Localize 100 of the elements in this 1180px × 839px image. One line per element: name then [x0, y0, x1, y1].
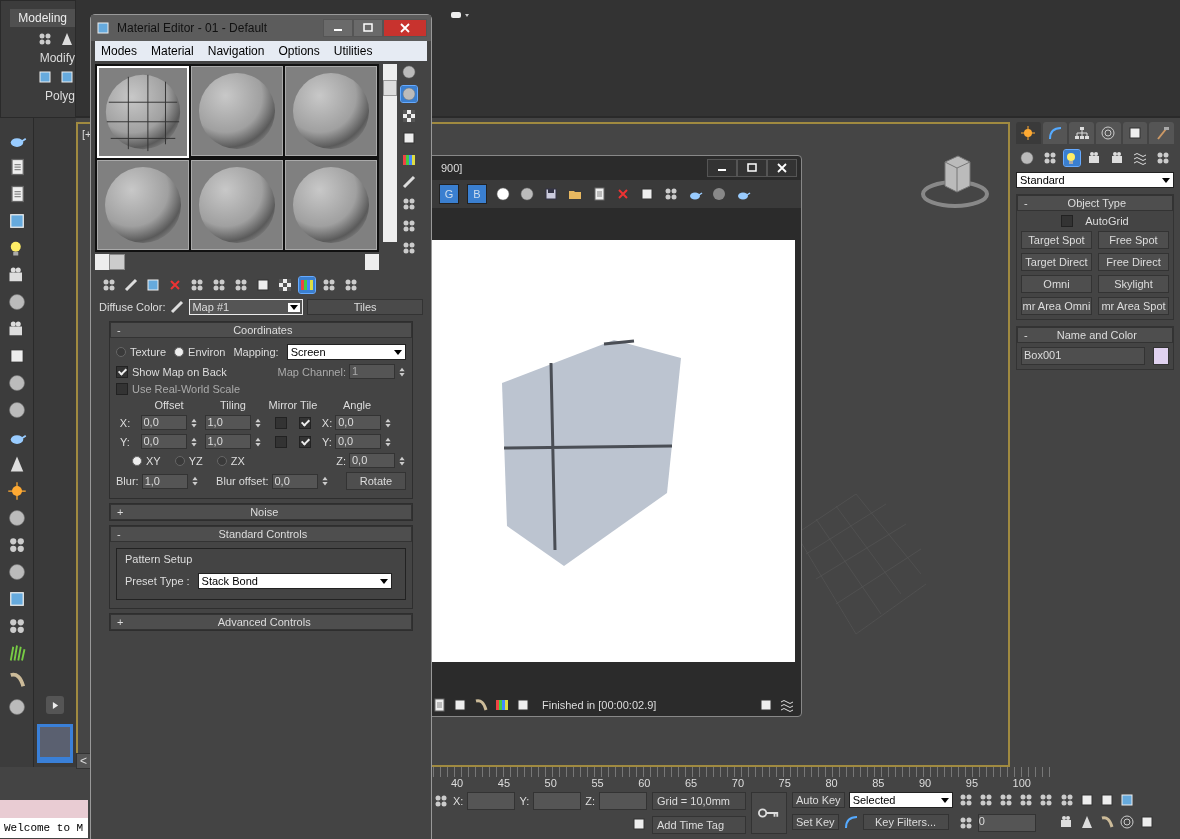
square-icon[interactable] [401, 130, 417, 146]
angle-field[interactable]: 0,0 [334, 434, 381, 449]
light-type-button[interactable]: mr Area Spot [1098, 297, 1169, 315]
square-icon[interactable] [631, 816, 647, 832]
mirror-checkbox[interactable] [275, 416, 287, 429]
autogrid-checkbox[interactable] [1061, 215, 1074, 227]
light-type-button[interactable]: Skylight [1098, 275, 1169, 293]
radio-button[interactable]: Texture [116, 346, 167, 358]
set-key-mode-button[interactable]: Set Key [792, 814, 839, 830]
sphere-icon[interactable] [6, 373, 27, 393]
sphere-icon[interactable] [6, 508, 27, 528]
color-swatch[interactable] [1153, 347, 1169, 365]
ribbon-tab[interactable]: Modeling [10, 9, 75, 27]
rollout-header[interactable]: + Noise [110, 504, 412, 520]
circle-icon[interactable] [495, 186, 511, 202]
checker-icon[interactable] [277, 277, 293, 293]
cone-icon[interactable] [59, 31, 75, 47]
offset-field[interactable]: 0,0 [140, 415, 187, 430]
category-dropdown[interactable]: Standard [1016, 172, 1174, 188]
map-channel-field[interactable]: 1 [349, 364, 395, 379]
auto-key-button[interactable]: Auto Key [792, 792, 845, 808]
tool-icon[interactable] [123, 277, 139, 293]
tool-icon[interactable] [401, 174, 417, 190]
light-type-button[interactable]: Free Direct [1098, 253, 1169, 271]
checker-icon[interactable] [401, 108, 417, 124]
angle-field[interactable]: 0,0 [349, 453, 395, 468]
sphere-icon[interactable] [6, 292, 27, 312]
cube-icon[interactable] [37, 69, 53, 85]
map-name-dropdown[interactable]: Map #1 [189, 299, 304, 315]
cube-icon[interactable] [59, 69, 75, 85]
rollout-header[interactable]: - Name and Color [1017, 327, 1173, 343]
tool-icon[interactable] [169, 299, 186, 315]
close-button[interactable] [767, 159, 797, 177]
key-filters-button[interactable]: Key Filters... [862, 814, 949, 830]
expand-button[interactable] [46, 696, 64, 714]
star-icon[interactable] [6, 481, 27, 501]
sphere-icon[interactable] [519, 186, 535, 202]
light-type-button[interactable]: mr Area Omni [1021, 297, 1092, 315]
hair-icon[interactable] [473, 697, 489, 713]
bars-icon[interactable] [494, 697, 510, 713]
script-input-field[interactable] [0, 800, 88, 818]
angle-field[interactable]: 0,0 [335, 415, 382, 430]
frame-field[interactable]: 0 [977, 814, 1036, 832]
wave-icon[interactable] [1132, 150, 1149, 166]
tile-checkbox[interactable] [299, 416, 311, 429]
viewport-label[interactable]: [+ [82, 128, 92, 140]
radio-button[interactable]: YZ [174, 454, 203, 467]
checkbox[interactable]: Show Map on Back [116, 365, 227, 378]
menu-item[interactable]: Navigation [207, 44, 265, 58]
map-type-button[interactable]: Tiles [307, 299, 423, 315]
target-icon[interactable] [1118, 814, 1135, 830]
square-icon[interactable] [515, 697, 531, 713]
panel-tab[interactable] [1016, 122, 1041, 144]
rollout-header[interactable]: - Standard Controls [110, 526, 412, 542]
square-icon[interactable] [1138, 814, 1155, 830]
cube-icon[interactable] [1118, 792, 1135, 808]
light-type-button[interactable]: Target Direct [1021, 253, 1092, 271]
name-field[interactable]: Box001 [1021, 347, 1145, 365]
maximize-button[interactable] [737, 159, 767, 177]
menu-item[interactable]: Modes [101, 44, 138, 58]
coordinate-field[interactable] [467, 792, 516, 810]
panel-tab[interactable] [1122, 122, 1148, 144]
minimize-button[interactable] [707, 159, 737, 177]
tiling-field[interactable]: 1,0 [204, 415, 251, 430]
panel-tab[interactable] [1149, 122, 1175, 144]
light-type-button[interactable]: Omni [1021, 275, 1092, 293]
square-icon[interactable] [639, 186, 655, 202]
light-type-button[interactable]: Target Spot [1021, 231, 1092, 249]
square-icon[interactable] [452, 697, 468, 713]
panel-tab[interactable] [1096, 122, 1121, 144]
camera-dropdown-icon[interactable] [450, 10, 470, 20]
floppy-icon[interactable] [543, 186, 559, 202]
tiling-field[interactable]: 1,0 [204, 434, 251, 449]
checkbox[interactable]: Use Real-World Scale [116, 383, 240, 395]
preset-type-dropdown[interactable]: Stack Bond [197, 573, 392, 589]
dots-icon[interactable] [401, 240, 417, 256]
blur-offset-field[interactable]: 0,0 [271, 473, 318, 489]
coordinate-field[interactable] [533, 792, 582, 810]
close-button[interactable] [383, 19, 427, 37]
wave-icon[interactable] [779, 697, 795, 713]
sphere-icon[interactable] [6, 697, 27, 717]
stop-icon[interactable] [711, 186, 727, 202]
scrollbar[interactable] [383, 64, 397, 242]
viewport-thumbnail[interactable] [37, 724, 73, 763]
mapping-dropdown[interactable]: Screen [286, 344, 406, 360]
radio-button[interactable]: ZX [216, 454, 245, 467]
square-icon[interactable] [1098, 792, 1115, 808]
dots-icon[interactable] [37, 31, 53, 47]
sphere-icon[interactable] [401, 64, 417, 80]
panel-tab[interactable] [1042, 122, 1068, 144]
bars-icon[interactable] [401, 152, 417, 168]
rollout-header[interactable]: + Advanced Controls [110, 614, 412, 630]
curve-icon[interactable] [842, 814, 859, 830]
sphere-icon[interactable] [6, 400, 27, 420]
doc-icon[interactable] [431, 697, 447, 713]
menu-item[interactable]: Options [278, 44, 320, 58]
dots-icon[interactable] [211, 277, 227, 293]
spinner-icon[interactable] [190, 474, 199, 488]
light-type-button[interactable]: Free Spot [1098, 231, 1169, 249]
rollout-header[interactable]: - Object Type [1017, 195, 1173, 211]
